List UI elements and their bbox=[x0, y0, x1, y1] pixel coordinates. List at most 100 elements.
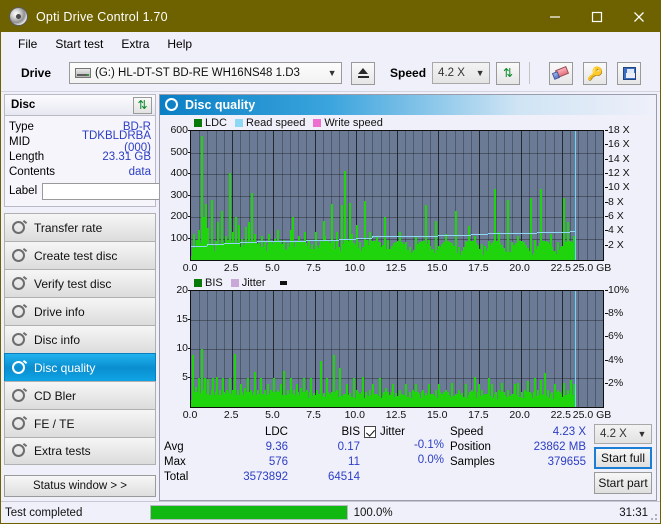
x-tick-label: 20.0 bbox=[509, 262, 530, 274]
x-tick-label: 5.0 bbox=[265, 262, 280, 274]
charts-area: LDC Read speed Write speed 100 200 300 400 5… bbox=[160, 115, 656, 422]
drive-select[interactable]: (G:) HL-DT-ST BD-RE WH16NS48 1.D3 ▼ bbox=[69, 62, 343, 84]
menu-start-test[interactable]: Start test bbox=[46, 35, 112, 53]
x-tick-label: 10.0 bbox=[344, 409, 366, 421]
ldc-chart-legend: LDC Read speed Write speed bbox=[160, 116, 656, 130]
elapsed-time: 31:31 bbox=[619, 506, 648, 519]
disc-test-icon bbox=[11, 442, 28, 459]
maximize-button[interactable] bbox=[576, 1, 618, 32]
x-tick-label: 22.5 bbox=[550, 409, 572, 421]
ldc-y-axis-left: 100 200 300 400 500 600 bbox=[160, 124, 191, 261]
read-speed-segment bbox=[256, 241, 274, 243]
close-button[interactable] bbox=[618, 1, 660, 32]
speed-select-value: 4.2 X bbox=[438, 67, 465, 79]
jitter-checkbox-row[interactable]: Jitter bbox=[364, 424, 450, 439]
jitter-checkbox[interactable] bbox=[364, 425, 376, 438]
legend-item-bis: BIS bbox=[194, 277, 223, 289]
stats-caption-speed: Speed bbox=[450, 425, 484, 438]
x-tick-label: 12.5 bbox=[385, 409, 407, 421]
stats-row-total: Total 3573892 64514 bbox=[164, 469, 364, 484]
sidebar-item-drive-info[interactable]: Drive info bbox=[4, 297, 156, 325]
x-tick-label: 12.5 bbox=[385, 262, 407, 274]
y2-tick-label: 4 X bbox=[605, 224, 650, 236]
sidebar: Disc ⇅ Type BD-R MID TDKBLDRBA (000) Len… bbox=[1, 92, 246, 501]
minimize-button[interactable] bbox=[534, 1, 576, 32]
refresh-button[interactable]: ⇅ bbox=[496, 61, 521, 85]
start-part-button[interactable]: Start part bbox=[594, 472, 652, 494]
x-tick-label: 15.0 bbox=[426, 262, 448, 274]
read-speed-segment bbox=[388, 235, 406, 237]
sidebar-item-disc-info[interactable]: Disc info bbox=[4, 325, 156, 353]
start-full-button[interactable]: Start full bbox=[594, 447, 652, 469]
stats-caption-position: Position bbox=[450, 440, 491, 453]
menu-file[interactable]: File bbox=[9, 35, 46, 53]
read-speed-segment bbox=[405, 235, 422, 237]
page-title: Disc quality bbox=[185, 98, 256, 112]
sidebar-item-extra-tests[interactable]: Extra tests bbox=[4, 437, 156, 465]
drive-select-value: (G:) HL-DT-ST BD-RE WH16NS48 1.D3 bbox=[95, 67, 300, 79]
read-speed-segment bbox=[520, 232, 538, 234]
progress-bar-fill bbox=[151, 506, 347, 519]
stats-avg-bis: 0.17 bbox=[337, 440, 360, 453]
bis-x-axis: 0.0 2.5 5.0 7.5 10.0 12.5 15.0 17.5 20.0 22.5 25.0… bbox=[183, 408, 612, 422]
sidebar-item-create-test-disc[interactable]: Create test disc bbox=[4, 241, 156, 269]
sidebar-item-label: CD Bler bbox=[34, 388, 77, 403]
legend-item-jitter: Jitter bbox=[230, 277, 266, 289]
stats-row-position: Position 23862 MB bbox=[450, 439, 590, 454]
gridline-horizontal bbox=[191, 153, 603, 154]
stats-caption-total: Total bbox=[164, 470, 189, 483]
ldc-plot-area[interactable] bbox=[190, 130, 604, 261]
speed-label: Speed bbox=[390, 66, 427, 80]
x-tick-label: 0.0 bbox=[182, 262, 198, 274]
disc-quality-icon bbox=[165, 98, 179, 112]
read-speed-segment bbox=[339, 239, 356, 241]
resize-grip-icon[interactable] bbox=[648, 511, 658, 521]
gridline-horizontal bbox=[191, 320, 603, 321]
disc-refresh-button[interactable]: ⇅ bbox=[133, 96, 152, 114]
legend-item-ldc: LDC bbox=[194, 117, 227, 129]
stats-panel: LDC BIS Avg 9.36 0.17 Max 576 11 Total 3… bbox=[160, 422, 656, 500]
disc-value-contents: data bbox=[128, 165, 151, 178]
bis-y-axis-right: 2% 4% 6% 8% 10% bbox=[604, 284, 650, 408]
keys-button[interactable]: 🔑 bbox=[583, 61, 608, 85]
cursor-line bbox=[575, 131, 576, 260]
save-button[interactable] bbox=[617, 61, 642, 85]
sidebar-item-cd-bler[interactable]: CD Bler bbox=[4, 381, 156, 409]
menu-help[interactable]: Help bbox=[158, 35, 201, 53]
x-tick-label: 0.0 bbox=[182, 409, 198, 421]
test-speed-select[interactable]: 4.2 X ▼ bbox=[594, 424, 652, 444]
menu-extra[interactable]: Extra bbox=[112, 35, 158, 53]
eject-button[interactable] bbox=[351, 61, 376, 85]
y2-tick-label: 6 X bbox=[605, 210, 650, 222]
stats-value-position: 23862 MB bbox=[533, 440, 586, 453]
sidebar-item-transfer-rate[interactable]: Transfer rate bbox=[4, 213, 156, 241]
sidebar-item-verify-test-disc[interactable]: Verify test disc bbox=[4, 269, 156, 297]
disc-test-icon bbox=[11, 331, 28, 348]
read-speed-segment bbox=[487, 233, 505, 235]
y2-tick-label: 2% bbox=[605, 377, 650, 389]
app-disc-icon bbox=[9, 7, 28, 26]
read-speed-segment bbox=[553, 232, 571, 234]
speed-select[interactable]: 4.2 X ▼ bbox=[432, 62, 491, 84]
legend-item-write-speed: Write speed bbox=[313, 117, 383, 129]
erase-button[interactable] bbox=[549, 61, 574, 85]
window-controls bbox=[534, 1, 660, 32]
jitter-value-2: 0.0% bbox=[417, 454, 444, 466]
disc-test-icon bbox=[11, 275, 28, 292]
legend-label-read-speed: Read speed bbox=[246, 117, 306, 129]
disc-info-panel: Disc ⇅ Type BD-R MID TDKBLDRBA (000) Len… bbox=[4, 94, 246, 207]
stats-max-bis: 11 bbox=[348, 455, 360, 468]
sidebar-item-fe-te[interactable]: FE / TE bbox=[4, 409, 156, 437]
drive-label: Drive bbox=[21, 66, 52, 80]
sidebar-item-disc-quality[interactable]: Disc quality bbox=[4, 353, 156, 381]
bis-plot-area[interactable] bbox=[190, 290, 604, 408]
y-tick-label: 200 bbox=[160, 210, 191, 222]
x-tick-label: 2.5 bbox=[223, 409, 239, 421]
progress-bar bbox=[150, 505, 348, 520]
status-window-button[interactable]: Status window > > bbox=[4, 475, 156, 497]
refresh-arrows-icon: ⇅ bbox=[503, 66, 514, 80]
keys-icon: 🔑 bbox=[586, 65, 604, 81]
stats-header-bis: BIS bbox=[341, 425, 360, 438]
read-speed-segment bbox=[191, 245, 208, 247]
